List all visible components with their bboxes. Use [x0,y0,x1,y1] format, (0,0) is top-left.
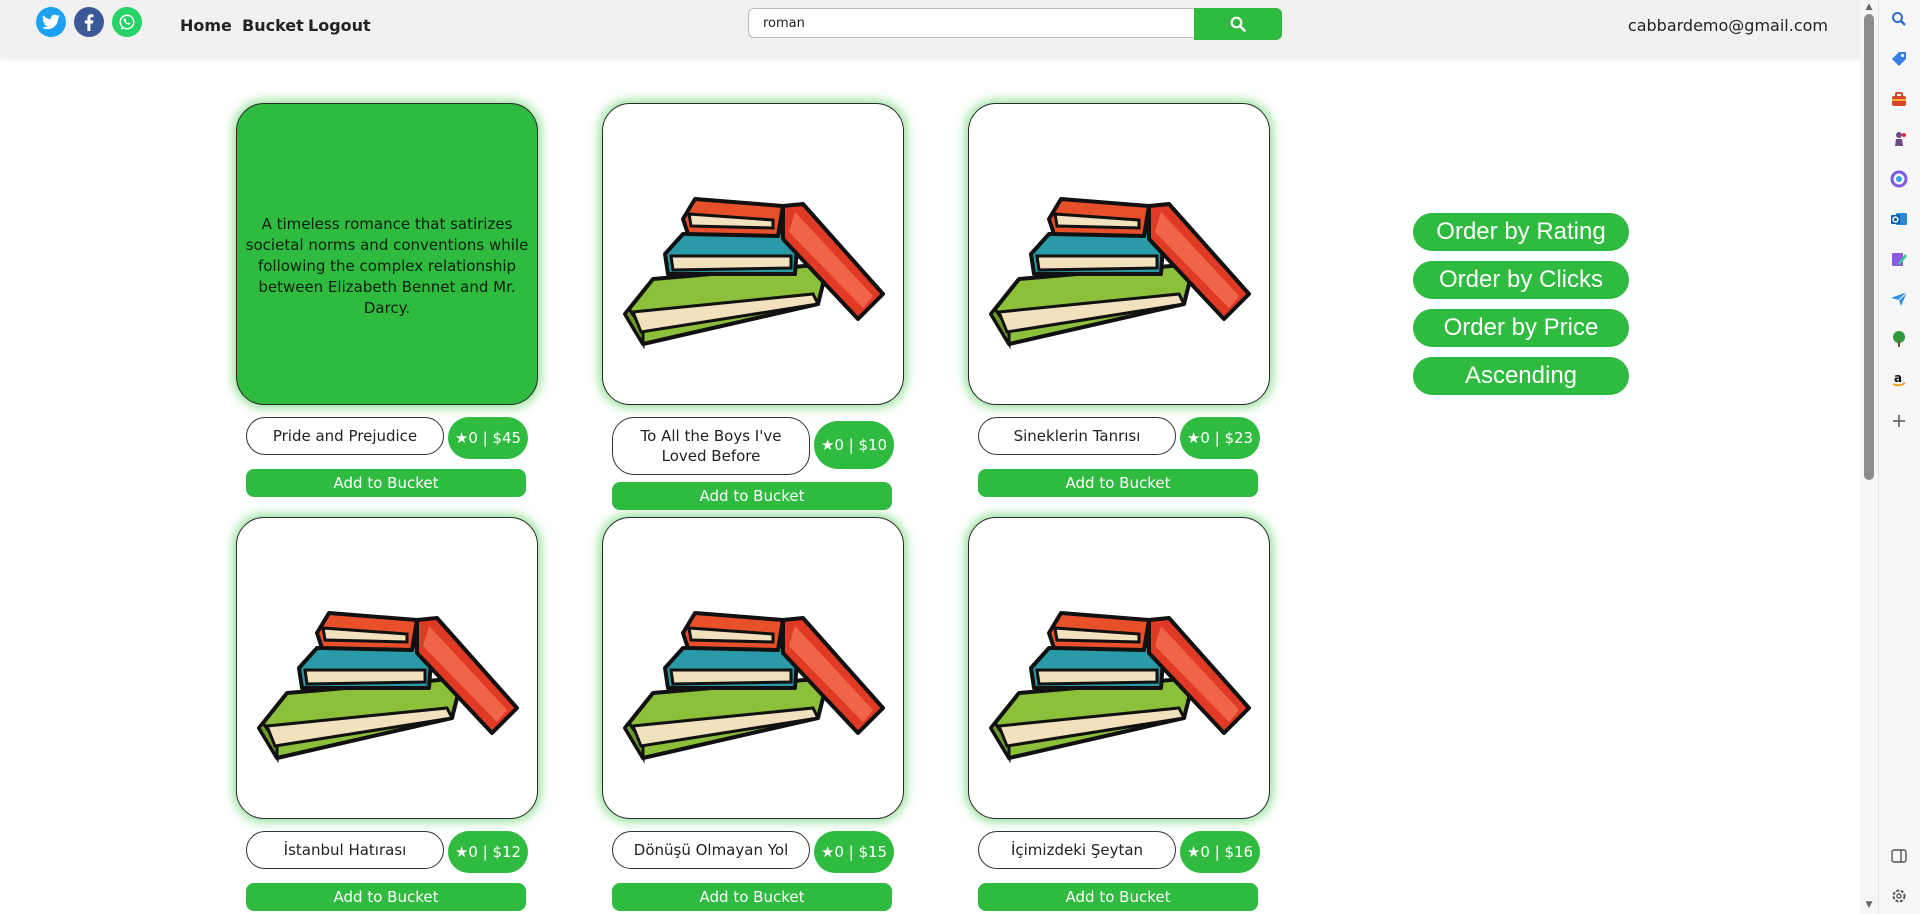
book-cover-image[interactable] [968,103,1270,405]
settings-icon[interactable] [1888,885,1910,907]
book-title: İstanbul Hatırası [246,831,444,869]
rating-price-badge: ★0 | $10 [814,421,894,469]
search-button[interactable] [1194,8,1282,40]
book-cover-image[interactable] [236,517,538,819]
rating-price-badge: ★0 | $12 [448,831,528,873]
scroll-up-arrow[interactable]: ▲ [1863,2,1875,12]
book-cover-image[interactable] [602,517,904,819]
nav-logout-link[interactable]: Logout [308,16,371,35]
book-title: İçimizdeki Şeytan [978,831,1176,869]
book-description: A timeless romance that satirizes societ… [245,215,529,317]
edit-icon[interactable] [1888,248,1910,270]
search-icon [1230,16,1246,32]
search-bar [748,8,1282,40]
book-cover-image[interactable] [602,103,904,405]
add-to-bucket-button[interactable]: Add to Bucket [978,469,1258,497]
rating-price-badge: ★0 | $15 [814,831,894,873]
office-icon[interactable] [1888,168,1910,190]
book-title: Pride and Prejudice [246,417,444,455]
sort-direction-button[interactable]: Ascending [1413,357,1629,395]
books-stack-icon [257,611,519,760]
twitter-icon[interactable] [36,7,66,37]
top-navbar: Home Bucket Logout cabbardemo@gmail.com [0,0,1860,58]
outlook-icon[interactable] [1888,208,1910,230]
nav-home-link[interactable]: Home [180,16,232,35]
user-email: cabbardemo@gmail.com [1627,16,1828,35]
add-to-bucket-button[interactable]: Add to Bucket [978,883,1258,911]
book-cover-image[interactable] [968,517,1270,819]
add-to-bucket-button[interactable]: Add to Bucket [612,482,892,510]
add-to-bucket-button[interactable]: Add to Bucket [246,469,526,497]
amazon-icon[interactable]: a [1888,368,1910,390]
books-stack-icon [623,611,885,760]
whatsapp-icon[interactable] [112,7,142,37]
nav-bucket-link[interactable]: Bucket [242,16,304,35]
add-to-bucket-button[interactable]: Add to Bucket [246,883,526,911]
book-title: Sineklerin Tanrısı [978,417,1176,455]
svg-text:a: a [1894,371,1902,385]
search-input[interactable] [748,8,1196,38]
scrollbar-thumb[interactable] [1864,14,1874,480]
split-screen-icon[interactable] [1888,845,1910,867]
rating-price-badge: ★0 | $23 [1180,417,1260,459]
rating-price-badge: ★0 | $16 [1180,831,1260,873]
books-stack-icon [989,197,1251,346]
tag-icon[interactable] [1888,48,1910,70]
book-title: Dönüşü Olmayan Yol [612,831,810,869]
tree-icon[interactable] [1888,328,1910,350]
send-icon[interactable] [1888,288,1910,310]
facebook-icon[interactable] [74,7,104,37]
rating-price-badge: ★0 | $45 [448,417,528,459]
scroll-down-arrow[interactable]: ▼ [1863,900,1875,910]
add-to-bucket-button[interactable]: Add to Bucket [612,883,892,911]
book-title: To All the Boys I've Loved Before [612,417,810,475]
add-icon[interactable] [1888,410,1910,432]
search-icon[interactable] [1888,8,1910,30]
book-description-cover[interactable]: A timeless romance that satirizes societ… [236,103,538,405]
order-by-rating-button[interactable]: Order by Rating [1413,213,1629,251]
toolbox-icon[interactable] [1888,88,1910,110]
order-by-clicks-button[interactable]: Order by Clicks [1413,261,1629,299]
chess-icon[interactable] [1888,128,1910,150]
order-by-price-button[interactable]: Order by Price [1413,309,1629,347]
books-stack-icon [623,197,885,346]
books-stack-icon [989,611,1251,760]
